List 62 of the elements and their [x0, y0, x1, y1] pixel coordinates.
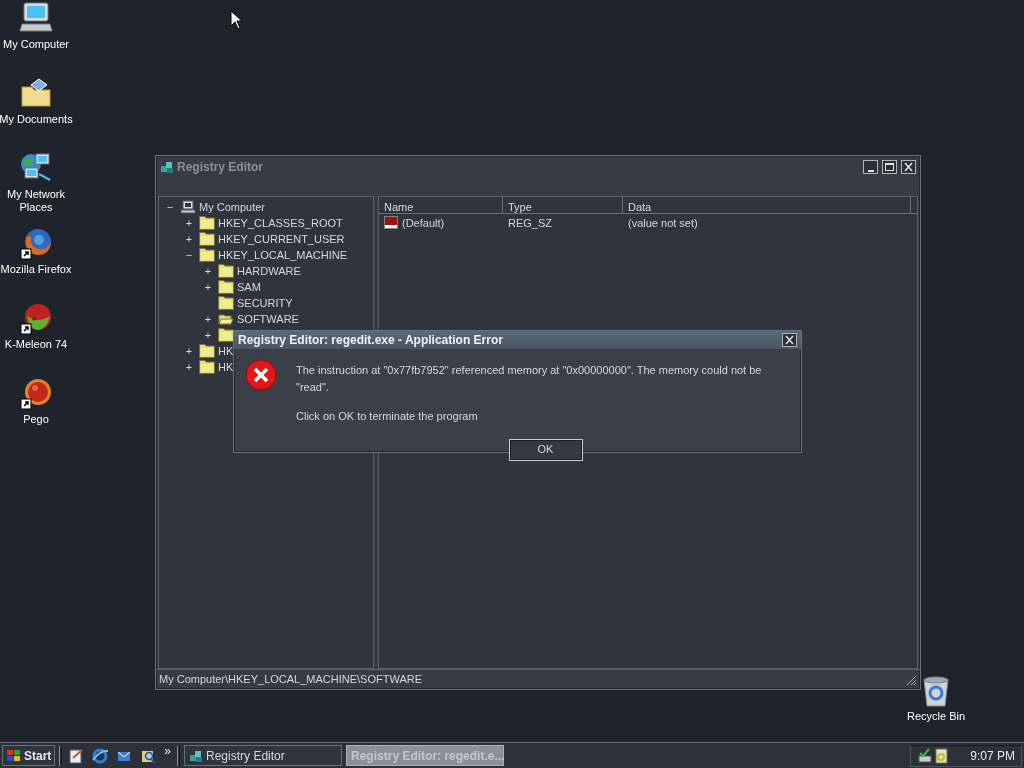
close-icon	[784, 335, 795, 345]
close-icon	[903, 162, 914, 172]
icon-label[interactable]: My Computer	[3, 38, 69, 51]
tree-item[interactable]: HKEY_CURRENT_USER	[218, 230, 345, 248]
notepad-icon[interactable]	[68, 747, 85, 764]
expand-toggle[interactable]: +	[183, 360, 195, 374]
shortcut-ball-icon[interactable]	[19, 377, 53, 411]
close-button[interactable]	[782, 333, 797, 347]
icon-label[interactable]: My Documents	[0, 113, 73, 126]
error-message: Click on OK to terminate the program	[296, 409, 479, 424]
more-button[interactable]: »	[162, 745, 174, 757]
registry-icon	[189, 748, 204, 763]
browser-icon[interactable]	[92, 747, 109, 764]
window-title: Registry Editor	[177, 159, 264, 176]
expand-toggle[interactable]: +	[202, 264, 214, 278]
tree-item[interactable]: My Computer	[199, 198, 266, 216]
shortcut-globe-icon[interactable]	[19, 227, 53, 261]
status-text: My Computer\HKEY_LOCAL_MACHINE\SOFTWARE	[159, 672, 423, 688]
tree-item[interactable]: HKEY_CLASSES_ROOT	[218, 214, 343, 232]
tree-item[interactable]: SAM	[237, 278, 261, 296]
registry-icon	[160, 160, 174, 174]
icon-label[interactable]: Mozilla Firefox	[0, 263, 72, 276]
ok-button[interactable]: OK	[508, 438, 583, 461]
expand-toggle[interactable]: +	[202, 312, 214, 326]
windows-logo-icon	[6, 748, 22, 763]
start-button[interactable]: Start	[2, 745, 56, 766]
taskbar-button[interactable]: Registry Editor	[184, 745, 343, 766]
string-value-icon	[384, 216, 398, 230]
maximize-button[interactable]	[882, 160, 897, 174]
tree-item[interactable]: SECURITY	[237, 294, 293, 312]
table-cell-text: REG_SZ	[507, 215, 553, 231]
tree-item[interactable]: SOFTWARE	[237, 310, 299, 328]
resize-grip-icon[interactable]	[905, 673, 917, 686]
network-status-icon[interactable]	[917, 747, 933, 764]
tree-item[interactable]: HK	[218, 358, 234, 376]
close-button[interactable]	[901, 160, 916, 174]
expand-toggle[interactable]: +	[183, 344, 195, 358]
tree-item[interactable]: HARDWARE	[237, 262, 301, 280]
mouse-cursor-icon	[230, 10, 244, 30]
expand-toggle[interactable]: +	[183, 232, 195, 246]
clock: 9:07 PM	[970, 747, 1015, 765]
maximize-icon	[884, 162, 895, 172]
tree-item[interactable]: HKEY_LOCAL_MACHINE	[218, 246, 347, 264]
expand-toggle[interactable]: +	[183, 216, 195, 230]
error-message: The instruction at "0x77fb7952" referenced memory at "0x00000000". The memory could not be "read".	[296, 363, 763, 395]
minimize-icon	[867, 169, 874, 172]
icon-label[interactable]: Recycle Bin	[906, 710, 966, 723]
expand-toggle[interactable]: +	[202, 280, 214, 294]
icon-label[interactable]: My Network Places	[0, 188, 74, 214]
minimize-button[interactable]	[863, 160, 878, 174]
expand-toggle[interactable]: +	[202, 328, 214, 342]
expand-toggle[interactable]: −	[183, 248, 195, 262]
error-icon	[245, 359, 277, 391]
dialog-title: Registry Editor: regedit.exe - Application Error	[238, 332, 504, 349]
icon-label[interactable]: Pego	[23, 413, 49, 426]
value-name[interactable]: (Default)	[402, 214, 445, 232]
shortcut-ball-icon[interactable]	[19, 302, 53, 336]
expand-toggle[interactable]: −	[164, 200, 176, 214]
table-cell-text: (value not set)	[627, 215, 698, 231]
icon-label[interactable]: K-Meleon 74	[4, 338, 68, 351]
tree-item[interactable]: HK	[218, 342, 234, 360]
recycle-bin-icon[interactable]	[921, 676, 951, 708]
